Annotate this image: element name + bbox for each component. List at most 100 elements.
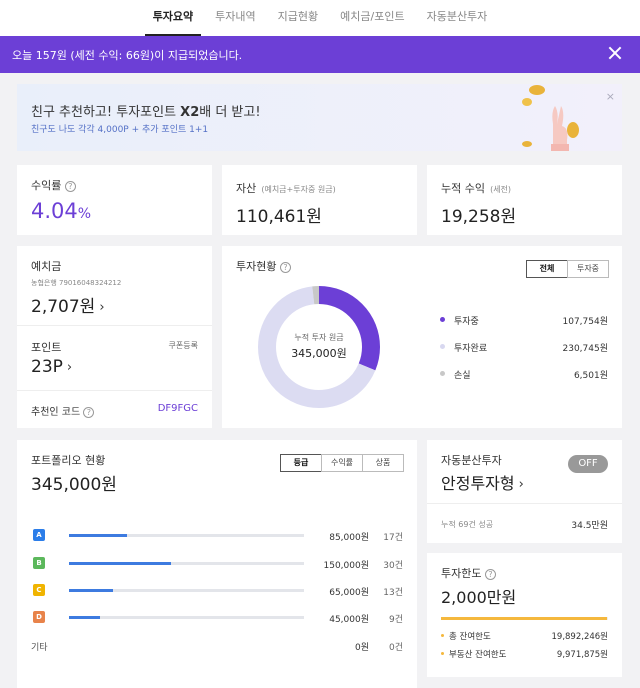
grade-count: 17건 bbox=[383, 533, 403, 543]
deposit-value-link[interactable]: 2,707원 › bbox=[31, 292, 105, 317]
grade-amount: 150,000원 bbox=[323, 561, 370, 571]
invest-limit-value: 2,000만원 bbox=[441, 588, 517, 607]
cumulative-return-label: 누적 수익 bbox=[441, 182, 485, 195]
return-rate-label: 수익률 bbox=[31, 179, 62, 192]
referral-promo-banner[interactable]: 친구 추천하고! 투자포인트 X2배 더 받고! 친구도 나도 각각 4,000… bbox=[17, 84, 622, 151]
divider bbox=[17, 390, 212, 391]
limit-row-name: 부동산 잔여한도 bbox=[449, 650, 507, 660]
divider bbox=[427, 503, 622, 504]
cumulative-return-card: 누적 수익 (세전) 19,258원 bbox=[427, 165, 622, 235]
invest-status-label: 투자현황 bbox=[236, 260, 277, 273]
grade-badge: D bbox=[33, 611, 45, 623]
chevron-right-icon: › bbox=[66, 360, 73, 375]
return-rate-value: 4.04% bbox=[31, 199, 92, 223]
cumulative-return-sub: (세전) bbox=[490, 185, 512, 194]
sort-grade-button[interactable]: 등급 bbox=[280, 454, 322, 472]
auto-invest-toggle[interactable]: OFF bbox=[568, 455, 608, 473]
asset-value: 110,461원 bbox=[236, 207, 322, 227]
grade-amount: 0원 bbox=[354, 643, 369, 653]
coupon-register-link[interactable]: 쿠폰등록 bbox=[169, 340, 198, 351]
tab-history[interactable]: 투자내역 bbox=[204, 0, 266, 36]
payment-notice-banner: 오늘 157원 (세전 수익: 66원)이 지급되었습니다. bbox=[0, 36, 640, 73]
deposit-point-card: 예치금 농협은행 79016048324212 2,707원 › 포인트 쿠폰등록… bbox=[17, 246, 212, 428]
tab-summary[interactable]: 투자요약 bbox=[142, 0, 204, 36]
limit-bar-fill bbox=[441, 617, 608, 620]
limit-row-amount: 19,892,246원 bbox=[551, 632, 609, 642]
tab-payments[interactable]: 지급현황 bbox=[267, 0, 329, 36]
referral-label: 추천인 코드 bbox=[31, 407, 81, 418]
donut-center-value: 345,000원 bbox=[291, 347, 347, 360]
tab-deposit-points[interactable]: 예치금/포인트 bbox=[329, 0, 415, 36]
return-rate-card: 수익률 ? 4.04% bbox=[17, 165, 212, 235]
invest-limit-label: 투자한도 bbox=[441, 567, 482, 580]
grade-bar-fill bbox=[69, 534, 127, 537]
promo-title: 친구 추천하고! 투자포인트 X2배 더 받고! bbox=[31, 105, 261, 120]
grade-badge: C bbox=[33, 584, 45, 596]
portfolio-value: 345,000원 bbox=[31, 475, 117, 495]
chevron-right-icon: › bbox=[99, 300, 105, 315]
grade-amount: 85,000원 bbox=[329, 533, 369, 543]
limit-row-name: 총 잔여한도 bbox=[449, 632, 491, 642]
auto-invest-success-count: 누적 69건 성공 bbox=[441, 520, 494, 529]
portfolio-card: 포트폴리오 현황 345,000원 등급 수익률 상품 A 85,000원 17건 B… bbox=[17, 440, 417, 688]
legend-dot bbox=[440, 371, 445, 376]
grade-badge: B bbox=[33, 557, 45, 569]
donut-center-label: 누적 투자 원금 bbox=[294, 333, 344, 342]
top-nav: 투자요약 투자내역 지급현황 예치금/포인트 자동분산투자 bbox=[0, 0, 640, 36]
grade-bar-fill bbox=[69, 562, 172, 565]
auto-invest-label: 자동분산투자 bbox=[441, 454, 502, 467]
point-label: 포인트 bbox=[31, 341, 62, 354]
sort-return-button[interactable]: 수익률 bbox=[321, 454, 363, 472]
grade-count: 13건 bbox=[383, 588, 403, 598]
limit-row-amount: 9,971,875원 bbox=[556, 650, 608, 660]
grade-badge: A bbox=[33, 529, 45, 541]
grade-count: 0건 bbox=[388, 643, 403, 653]
legend-dot bbox=[440, 317, 445, 322]
point-value-link[interactable]: 23P › bbox=[31, 357, 72, 377]
grade-bar bbox=[69, 616, 304, 619]
limit-bar bbox=[441, 617, 608, 620]
promo-subtitle: 친구도 나도 각각 4,000P + 추가 포인트 1+1 bbox=[31, 125, 209, 135]
referral-code[interactable]: DF9FGC bbox=[158, 403, 198, 414]
help-icon[interactable]: ? bbox=[83, 406, 95, 418]
legend-amount: 6,501원 bbox=[573, 371, 608, 381]
portfolio-label: 포트폴리오 현황 bbox=[31, 454, 106, 467]
grade-bar-fill bbox=[69, 589, 114, 592]
grade-bar bbox=[69, 534, 304, 537]
grade-count: 9건 bbox=[388, 615, 403, 625]
legend-name: 투자중 bbox=[454, 317, 479, 327]
chevron-right-icon: › bbox=[518, 477, 524, 492]
filter-all-button[interactable]: 전체 bbox=[526, 260, 568, 278]
legend-amount: 107,754원 bbox=[562, 317, 609, 327]
legend-amount: 230,745원 bbox=[562, 344, 609, 354]
legend-name: 손실 bbox=[454, 371, 471, 381]
legend-dot bbox=[440, 344, 445, 349]
tab-auto-invest[interactable]: 자동분산투자 bbox=[416, 0, 499, 36]
grade-amount: 65,000원 bbox=[329, 588, 369, 598]
auto-invest-plan-link[interactable]: 안정투자형 › bbox=[441, 470, 524, 494]
filter-investing-button[interactable]: 투자중 bbox=[567, 260, 609, 278]
legend-name: 투자완료 bbox=[454, 344, 488, 354]
grade-amount: 45,000원 bbox=[329, 615, 369, 625]
auto-invest-card: 자동분산투자 OFF 안정투자형 › 누적 69건 성공 34.5만원 bbox=[427, 440, 622, 543]
limit-dot bbox=[441, 634, 444, 637]
grade-count: 30건 bbox=[383, 561, 403, 571]
close-icon[interactable] bbox=[608, 46, 622, 60]
auto-invest-success-amount: 34.5만원 bbox=[571, 521, 608, 531]
help-icon[interactable]: ? bbox=[484, 568, 496, 580]
deposit-account: 농협은행 79016048324212 bbox=[31, 279, 122, 287]
help-icon[interactable]: ? bbox=[64, 180, 76, 192]
deposit-label: 예치금 bbox=[31, 260, 62, 273]
sort-product-button[interactable]: 상품 bbox=[362, 454, 404, 472]
divider bbox=[17, 325, 212, 326]
asset-card: 자산 (예치금+투자중 원금) 110,461원 bbox=[222, 165, 417, 235]
hand-coins-illustration bbox=[522, 85, 579, 151]
limit-dot bbox=[441, 652, 444, 655]
invest-limit-card: 투자한도 ? 2,000만원 총 잔여한도 19,892,246원부동산 잔여한도… bbox=[427, 553, 622, 677]
grade-bar-fill bbox=[69, 616, 100, 619]
help-icon[interactable]: ? bbox=[279, 261, 291, 273]
invest-status-card: 투자현황 ? 전체 투자중 누적 투자 원금 345,000원 투자중 107,7… bbox=[222, 246, 622, 428]
notice-text: 오늘 157원 (세전 수익: 66원)이 지급되었습니다. bbox=[12, 48, 243, 62]
grade-bar bbox=[69, 589, 304, 592]
cumulative-return-value: 19,258원 bbox=[441, 207, 517, 227]
